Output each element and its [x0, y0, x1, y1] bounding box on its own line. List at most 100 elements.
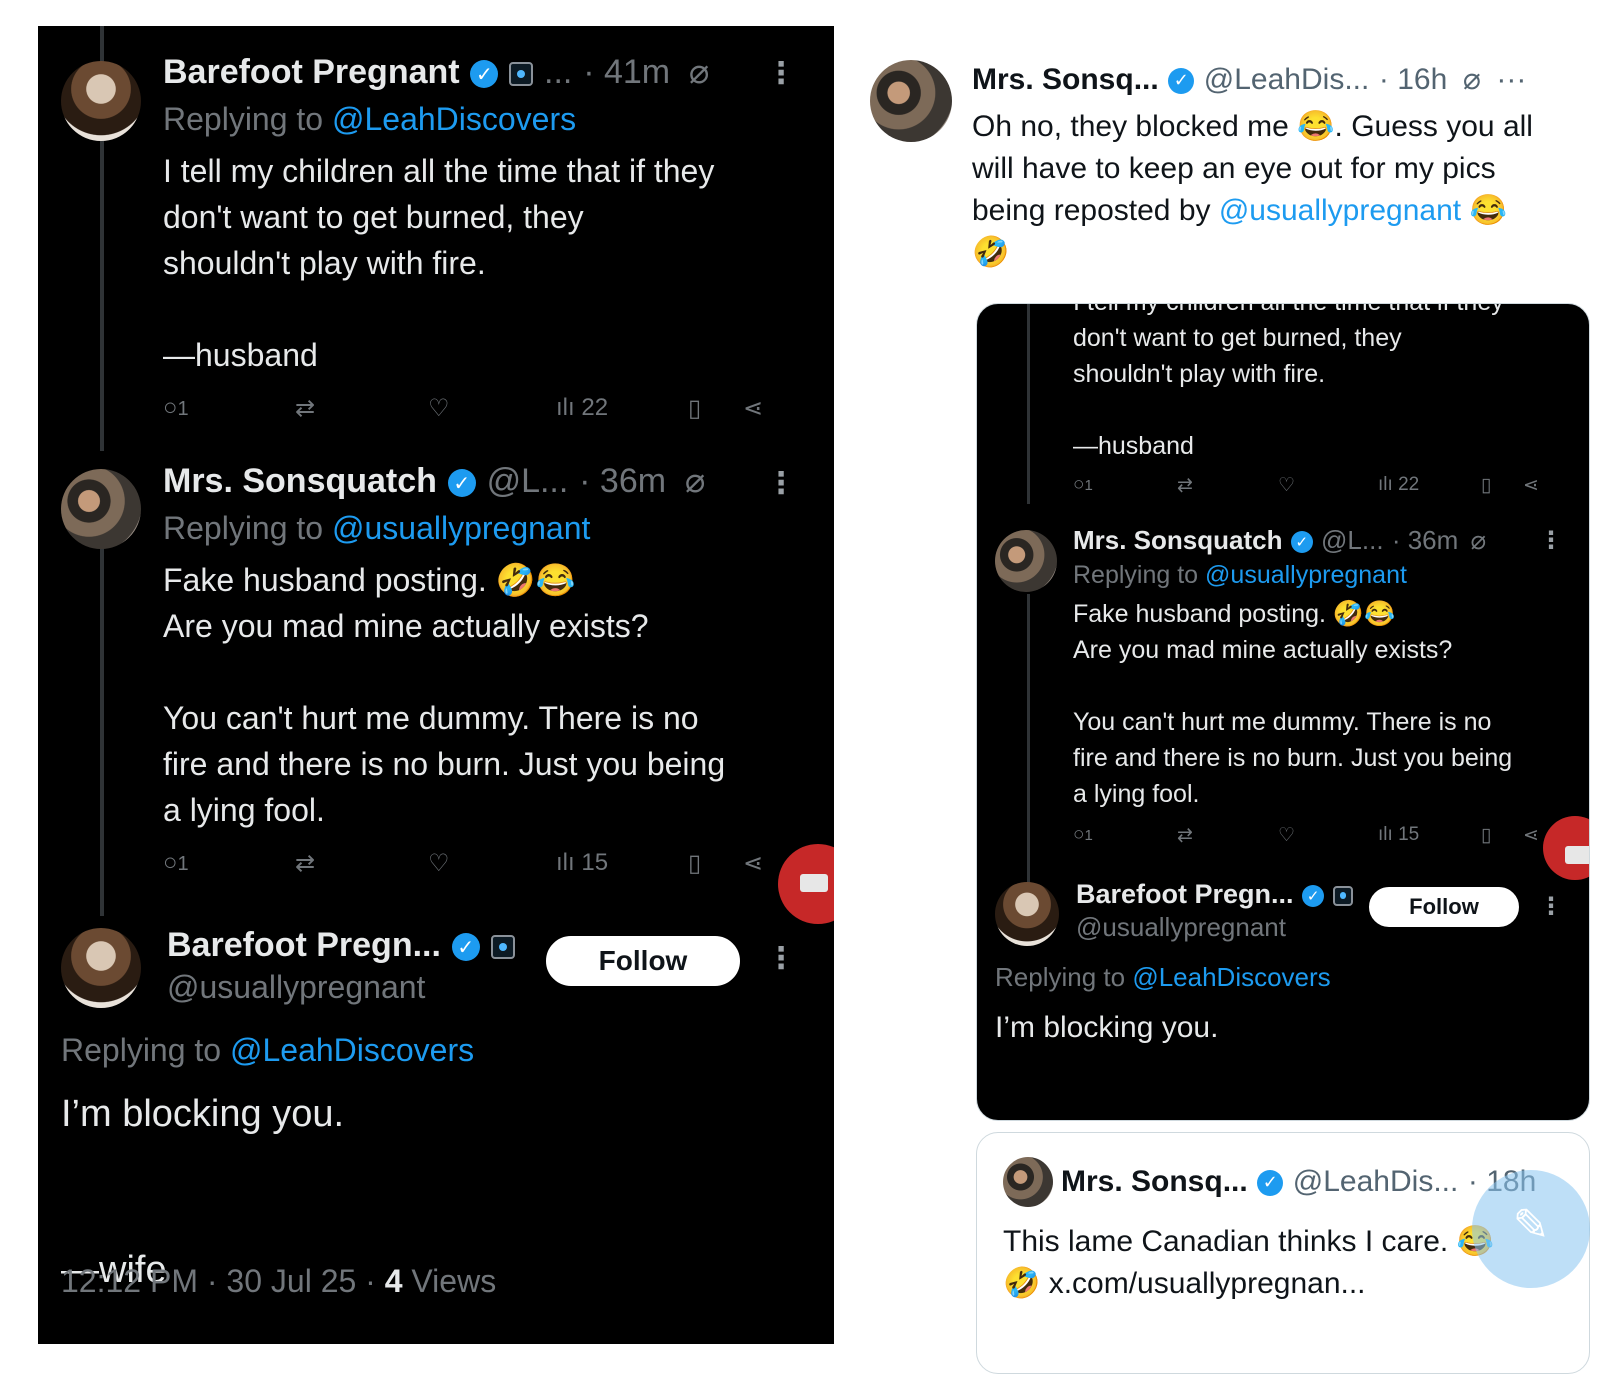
follow-button[interactable]: Follow	[1369, 887, 1519, 927]
verified-badge-icon: ✓	[447, 468, 476, 497]
replying-to: Replying to @LeahDiscovers	[163, 101, 577, 137]
reply-mention-link[interactable]: @LeahDiscovers	[332, 101, 576, 137]
display-name[interactable]: Mrs. Sonsquatch	[163, 462, 437, 500]
tweet-actions: ○1 ⇄ ♡ ılı 22 ▯ ⋖	[163, 394, 803, 434]
handle[interactable]: @LeahDis...	[1204, 63, 1370, 96]
views-icon[interactable]: ılı 22	[1378, 474, 1419, 496]
affiliate-badge-icon	[1332, 885, 1353, 906]
share-icon[interactable]: ⋖	[1523, 474, 1539, 497]
verified-badge-icon: ✓	[1290, 530, 1313, 553]
bookmark-icon[interactable]: ▯	[1481, 474, 1491, 497]
tweet-time[interactable]: · 36m	[579, 462, 666, 500]
tweet-header: Mrs. Sonsquatch ✓ @L... · 36m ⌀	[1073, 522, 1486, 559]
tweet-actions: ○1 ⇄ ♡ ılı 15 ▯ ⋖	[1073, 824, 1573, 852]
no-entry-icon: ⌀	[1470, 525, 1487, 555]
share-icon[interactable]: ⋖	[743, 849, 763, 878]
handle[interactable]: @usuallypregnant	[1076, 910, 1286, 944]
retweet-icon[interactable]: ⇄	[295, 849, 315, 878]
bookmark-icon[interactable]: ▯	[688, 849, 701, 878]
retweet-icon[interactable]: ⇄	[295, 394, 315, 423]
no-entry-icon: ⌀	[688, 53, 710, 91]
avatar[interactable]	[1003, 1157, 1053, 1207]
more-options-icon[interactable]: ⋮	[1539, 526, 1563, 554]
reply-mention-link[interactable]: @LeahDiscovers	[1132, 962, 1330, 992]
verified-badge-icon: ✓	[1302, 884, 1325, 907]
display-name[interactable]: Barefoot Pregn...	[167, 926, 441, 964]
views-icon[interactable]: ılı 15	[1378, 824, 1419, 846]
display-name[interactable]: Barefoot Pregnant	[163, 53, 460, 91]
retweet-icon[interactable]: ⇄	[1177, 824, 1193, 847]
tweet-text: Fake husband posting. 🤣😂 Are you mad min…	[1073, 600, 1513, 808]
replying-to: Replying to @LeahDiscovers	[995, 962, 1331, 992]
replying-to: Replying to @LeahDiscovers	[61, 1032, 475, 1068]
more-options-icon[interactable]: ⋮	[766, 941, 796, 976]
reply-icon[interactable]: ○1	[1073, 824, 1093, 846]
follow-button[interactable]: Follow	[546, 936, 740, 986]
handle[interactable]: @L...	[1321, 525, 1384, 555]
tweet-header: Barefoot Pregnant ✓ ... · 41m ⌀	[163, 50, 709, 94]
reply-mention-link[interactable]: @LeahDiscovers	[230, 1032, 474, 1068]
bookmark-icon[interactable]: ▯	[688, 394, 701, 423]
like-icon[interactable]: ♡	[428, 849, 450, 878]
tweet-time[interactable]: · 36m	[1392, 525, 1458, 555]
verified-badge-icon: ✓	[1257, 1169, 1284, 1196]
embedded-screenshot[interactable]: I tell my children all the time that if …	[976, 303, 1590, 1121]
views-count: 4	[384, 1263, 403, 1299]
like-icon[interactable]: ♡	[1278, 824, 1295, 847]
more-options-icon[interactable]: ⋮	[1539, 892, 1563, 920]
share-icon[interactable]: ⋖	[743, 394, 763, 423]
tweet-text: Fake husband posting. 🤣😂 Are you mad min…	[163, 562, 726, 828]
tweet-text: I’m blocking you.	[995, 1011, 1219, 1044]
handle[interactable]: @usuallypregnant	[167, 966, 425, 1008]
handle[interactable]: @L...	[487, 462, 569, 500]
display-name[interactable]: Mrs. Sonsq...	[972, 63, 1159, 96]
avatar[interactable]	[61, 928, 141, 1008]
post-time[interactable]: · 16h	[1379, 63, 1447, 96]
display-name[interactable]: Mrs. Sonsquatch	[1073, 525, 1282, 555]
thread-line	[1027, 594, 1030, 884]
tweet-timestamp: 12:12 PM · 30 Jul 25 · 4 Views	[61, 1263, 497, 1299]
avatar[interactable]	[870, 60, 952, 142]
reply-mention-link[interactable]: @usuallypregnant	[1205, 561, 1407, 589]
more-options-icon[interactable]: ⋮	[766, 466, 796, 501]
ellipsis: ...	[544, 53, 573, 91]
display-name[interactable]: Barefoot Pregn...	[1076, 879, 1294, 909]
views-icon[interactable]: ılı 15	[556, 849, 608, 877]
tweet-header: Mrs. Sonsquatch ✓ @L... · 36m ⌀	[163, 459, 705, 503]
more-options-icon[interactable]: ⋮	[766, 56, 796, 91]
mention-link[interactable]: @usuallypregnant	[1219, 194, 1461, 227]
verified-badge-icon: ✓	[1168, 67, 1195, 94]
avatar[interactable]	[995, 530, 1057, 592]
post-header: Mrs. Sonsq... ✓ @LeahDis... · 16h ⌀ ···	[972, 60, 1526, 100]
reply-mention-link[interactable]: @usuallypregnant	[332, 510, 590, 546]
views-icon[interactable]: ılı 22	[556, 394, 608, 422]
like-icon[interactable]: ♡	[1278, 474, 1295, 497]
no-entry-icon: ⌀	[684, 462, 706, 500]
tweet-actions: ○1 ⇄ ♡ ılı 15 ▯ ⋖	[163, 849, 803, 889]
retweet-icon[interactable]: ⇄	[1177, 474, 1193, 497]
bookmark-icon[interactable]: ▯	[1481, 824, 1491, 847]
quote-header: Mrs. Sonsq... ✓ @LeahDis... · 18h	[1061, 1161, 1536, 1203]
reply-icon[interactable]: ○1	[163, 394, 189, 422]
tweet-actions: ○1 ⇄ ♡ ılı 22 ▯ ⋖	[1073, 474, 1573, 502]
handle[interactable]: @LeahDis...	[1293, 1165, 1459, 1198]
share-icon[interactable]: ⋖	[1523, 824, 1539, 847]
avatar[interactable]	[995, 882, 1059, 946]
reply-icon[interactable]: ○1	[1073, 474, 1093, 496]
avatar[interactable]	[61, 469, 141, 549]
no-entry-icon: ⌀	[1462, 63, 1481, 96]
post-text: Oh no, they blocked me 😂. Guess you all …	[972, 110, 1533, 269]
tweet-text: I tell my children all the time that if …	[163, 153, 715, 373]
compose-icon[interactable]: ✎	[1472, 1170, 1590, 1288]
more-options-icon[interactable]: ···	[1496, 63, 1526, 96]
avatar[interactable]	[61, 61, 141, 141]
like-icon[interactable]: ♡	[428, 394, 450, 423]
tweet-time[interactable]: · 41m	[583, 53, 670, 91]
left-thread-screenshot: Barefoot Pregnant ✓ ... · 41m ⌀ ⋮ Replyi…	[38, 26, 834, 1344]
affiliate-badge-icon	[509, 61, 534, 86]
replying-to: Replying to @usuallypregnant	[163, 510, 591, 546]
reply-icon[interactable]: ○1	[163, 849, 189, 877]
tweet-header: Barefoot Pregn... ✓	[1076, 876, 1353, 913]
replying-to: Replying to @usuallypregnant	[1073, 561, 1407, 589]
display-name[interactable]: Mrs. Sonsq...	[1061, 1165, 1248, 1198]
